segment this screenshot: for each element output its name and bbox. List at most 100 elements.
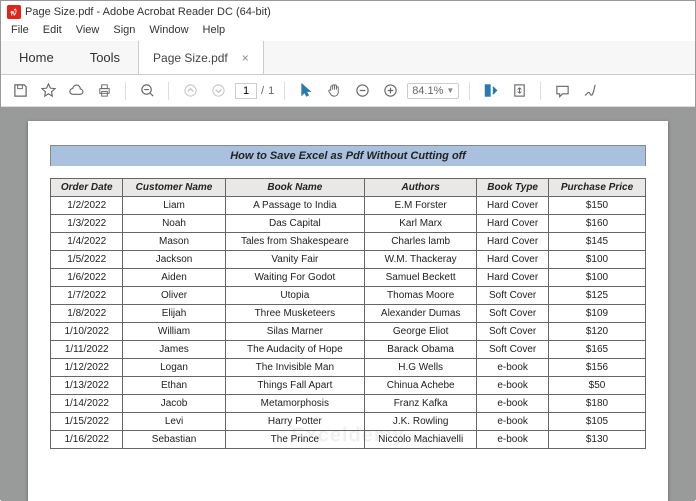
- acrobat-icon: [7, 5, 21, 19]
- close-tab-icon[interactable]: ×: [242, 51, 249, 65]
- pdf-page: How to Save Excel as Pdf Without Cutting…: [28, 121, 668, 501]
- table-cell: Logan: [123, 359, 225, 377]
- document-title-band: How to Save Excel as Pdf Without Cutting…: [50, 145, 646, 166]
- table-cell: Sebastian: [123, 431, 225, 449]
- table-row: 1/16/2022SebastianThe PrinceNiccolo Mach…: [51, 431, 646, 449]
- table-row: 1/3/2022NoahDas CapitalKarl MarxHard Cov…: [51, 215, 646, 233]
- table-cell: The Prince: [225, 431, 364, 449]
- table-cell: 1/8/2022: [51, 305, 123, 323]
- table-row: 1/5/2022JacksonVanity FairW.M. Thackeray…: [51, 251, 646, 269]
- fit-page-icon[interactable]: [508, 80, 530, 102]
- table-header-cell: Purchase Price: [549, 179, 646, 197]
- table-cell: $180: [549, 395, 646, 413]
- table-cell: Jackson: [123, 251, 225, 269]
- table-row: 1/15/2022LeviHarry PotterJ.K. Rowlinge-b…: [51, 413, 646, 431]
- table-body: 1/2/2022LiamA Passage to IndiaE.M Forste…: [51, 197, 646, 449]
- table-cell: Utopia: [225, 287, 364, 305]
- table-cell: e-book: [477, 359, 549, 377]
- table-header-cell: Customer Name: [123, 179, 225, 197]
- title-bar: Page Size.pdf - Adobe Acrobat Reader DC …: [1, 1, 695, 23]
- save-icon[interactable]: [9, 80, 31, 102]
- table-cell: $150: [549, 197, 646, 215]
- zoom-value: 84.1%: [412, 85, 443, 97]
- menu-view[interactable]: View: [70, 23, 106, 41]
- data-table: Order DateCustomer NameBook NameAuthorsB…: [50, 178, 646, 449]
- table-cell: $130: [549, 431, 646, 449]
- table-cell: $100: [549, 269, 646, 287]
- separator: [284, 82, 285, 100]
- table-cell: 1/13/2022: [51, 377, 123, 395]
- table-header-cell: Authors: [365, 179, 477, 197]
- selection-arrow-icon[interactable]: [295, 80, 317, 102]
- table-cell: J.K. Rowling: [365, 413, 477, 431]
- menu-window[interactable]: Window: [143, 23, 194, 41]
- table-cell: Alexander Dumas: [365, 305, 477, 323]
- table-cell: Soft Cover: [477, 323, 549, 341]
- table-cell: $160: [549, 215, 646, 233]
- table-cell: 1/7/2022: [51, 287, 123, 305]
- zoom-minus-icon[interactable]: [351, 80, 373, 102]
- table-row: 1/8/2022ElijahThree MusketeersAlexander …: [51, 305, 646, 323]
- tab-tools[interactable]: Tools: [72, 41, 138, 74]
- table-cell: e-book: [477, 413, 549, 431]
- menu-sign[interactable]: Sign: [107, 23, 141, 41]
- print-icon[interactable]: [93, 80, 115, 102]
- sign-pen-icon[interactable]: [579, 80, 601, 102]
- zoom-out-icon[interactable]: [136, 80, 158, 102]
- separator: [540, 82, 541, 100]
- page-indicator: / 1: [235, 83, 274, 99]
- document-viewport[interactable]: How to Save Excel as Pdf Without Cutting…: [1, 107, 695, 501]
- table-row: 1/12/2022LoganThe Invisible ManH.G Wells…: [51, 359, 646, 377]
- star-icon[interactable]: [37, 80, 59, 102]
- page-sep: /: [261, 85, 264, 97]
- table-cell: e-book: [477, 395, 549, 413]
- table-cell: $109: [549, 305, 646, 323]
- table-cell: $165: [549, 341, 646, 359]
- table-cell: $50: [549, 377, 646, 395]
- table-cell: Das Capital: [225, 215, 364, 233]
- page-current-input[interactable]: [235, 83, 257, 99]
- separator: [125, 82, 126, 100]
- table-cell: 1/12/2022: [51, 359, 123, 377]
- table-cell: Hard Cover: [477, 233, 549, 251]
- table-cell: Liam: [123, 197, 225, 215]
- table-cell: Karl Marx: [365, 215, 477, 233]
- zoom-level[interactable]: 84.1% ▼: [407, 83, 459, 99]
- table-cell: Tales from Shakespeare: [225, 233, 364, 251]
- table-header-cell: Book Type: [477, 179, 549, 197]
- table-cell: Jacob: [123, 395, 225, 413]
- tab-document[interactable]: Page Size.pdf ×: [138, 41, 264, 74]
- page-down-icon[interactable]: [207, 80, 229, 102]
- table-cell: Barack Obama: [365, 341, 477, 359]
- table-cell: Charles lamb: [365, 233, 477, 251]
- zoom-plus-icon[interactable]: [379, 80, 401, 102]
- separator: [469, 82, 470, 100]
- table-cell: James: [123, 341, 225, 359]
- table-cell: Metamorphosis: [225, 395, 364, 413]
- table-header-cell: Order Date: [51, 179, 123, 197]
- hand-icon[interactable]: [323, 80, 345, 102]
- table-cell: Hard Cover: [477, 269, 549, 287]
- fit-width-icon[interactable]: [480, 80, 502, 102]
- table-cell: William: [123, 323, 225, 341]
- table-cell: Hard Cover: [477, 197, 549, 215]
- table-cell: $105: [549, 413, 646, 431]
- table-cell: Ethan: [123, 377, 225, 395]
- table-cell: 1/15/2022: [51, 413, 123, 431]
- table-cell: Hard Cover: [477, 215, 549, 233]
- table-row: 1/11/2022JamesThe Audacity of HopeBarack…: [51, 341, 646, 359]
- table-cell: The Invisible Man: [225, 359, 364, 377]
- table-cell: Thomas Moore: [365, 287, 477, 305]
- menu-edit[interactable]: Edit: [37, 23, 68, 41]
- cloud-icon[interactable]: [65, 80, 87, 102]
- table-cell: Soft Cover: [477, 341, 549, 359]
- table-row: 1/4/2022MasonTales from ShakespeareCharl…: [51, 233, 646, 251]
- page-up-icon[interactable]: [179, 80, 201, 102]
- menu-file[interactable]: File: [5, 23, 35, 41]
- table-cell: Silas Marner: [225, 323, 364, 341]
- comment-icon[interactable]: [551, 80, 573, 102]
- tab-home[interactable]: Home: [1, 41, 72, 74]
- table-cell: 1/16/2022: [51, 431, 123, 449]
- menu-help[interactable]: Help: [197, 23, 232, 41]
- table-row: 1/13/2022EthanThings Fall ApartChinua Ac…: [51, 377, 646, 395]
